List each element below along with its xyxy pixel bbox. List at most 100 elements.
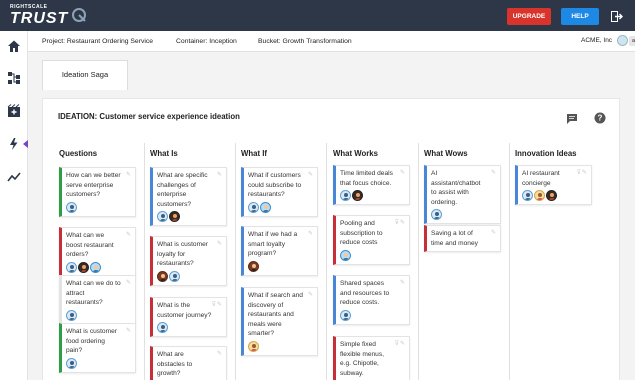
column-title: Innovation Ideas [515,149,577,158]
edit-icon[interactable]: ✎ [308,291,314,301]
idea-card[interactable]: AI assistant/chatbot to assist with orde… [424,165,501,224]
edit-icon[interactable]: ✎ [400,169,406,179]
home-icon[interactable] [7,39,21,53]
card-text: Time limited deals that focus choice. [340,170,393,187]
edit-icon[interactable]: ✎ [126,231,132,241]
help-button[interactable]: HELP [561,8,599,25]
card-text: What is customer loyalty for restaurants… [157,241,208,267]
page-title: IDEATION: Customer service experience id… [58,112,240,121]
idea-card[interactable]: How can we better serve enterprise custo… [59,167,136,217]
edit-icon[interactable]: ✎ [491,169,497,179]
idea-card[interactable]: What are specific challenges of enterpri… [150,167,227,226]
idea-card[interactable]: What if customers could subscribe to res… [241,167,318,217]
card-text: What if we had a smart loyalty program? [248,231,298,257]
card-text: What are obstacles to growth? [157,351,193,377]
account-name: ACME, Inc [581,37,613,44]
idea-card[interactable]: Shared spaces and resources to reduce co… [333,275,410,325]
column-what-wows: What Wows AI assistant/chatbot to assist… [424,143,510,380]
idea-card[interactable]: What are obstacles to growth? ✎ [150,346,227,380]
hierarchy-icon[interactable] [7,71,21,85]
edit-icon[interactable]: ✎ [400,279,406,289]
avatar [352,190,363,201]
card-text: What can we do to attract restaurants? [66,280,121,306]
avatar [248,260,259,272]
movie-add-icon[interactable] [7,104,21,118]
help-circle-icon[interactable]: ? [594,112,606,124]
tab-ideation-saga[interactable]: Ideation Saga [42,60,128,90]
svg-text:?: ? [598,114,603,123]
edit-icon[interactable]: ✎ [308,230,314,240]
avatar [157,211,168,222]
container-link[interactable]: Container: Inception [176,38,237,45]
edit-icon[interactable]: ✎ [217,171,223,181]
avatar [169,211,180,222]
idea-card[interactable]: AI restaurant concierge ⊽✎ [515,165,592,205]
idea-card[interactable]: What is the customer journey? ⊽✎ [150,297,227,337]
avatar [546,190,557,201]
card-text: Shared spaces and resources to reduce co… [340,280,390,306]
sidebar [0,31,28,380]
column-title: What Works [333,149,378,158]
comments-icon[interactable] [566,113,578,125]
lightning-icon[interactable] [7,137,21,151]
avatar [522,190,533,201]
edit-icon[interactable]: ✎ [126,327,132,337]
idea-card[interactable]: Time limited deals that focus choice. ✎ [333,165,410,205]
filter-edit-icon[interactable]: ⊽✎ [395,340,406,350]
edit-icon[interactable]: ✎ [126,171,132,181]
card-text: What if customers could subscribe to res… [248,172,302,198]
filter-edit-icon[interactable]: ⊽✎ [395,219,406,229]
breadcrumb: Project: Restaurant Ordering Service Con… [28,31,635,52]
edit-icon[interactable]: ✎ [491,229,497,239]
user-name[interactable]: apollo [629,36,635,46]
idea-card[interactable]: What is customer food ordering pain? ✎ [59,323,136,373]
idea-card[interactable]: Saving a lot of time and money ✎ [424,225,501,252]
filter-edit-icon[interactable]: ⊽✎ [212,301,223,311]
column-title: Questions [59,149,98,158]
avatar [66,261,77,273]
avatar [534,190,545,201]
edit-icon[interactable]: ✎ [126,279,132,289]
card-text: What can we boost restaurant orders? [66,232,114,258]
upgrade-button[interactable]: UPGRADE [507,8,551,25]
edit-icon[interactable]: ✎ [308,171,314,181]
column-title: What If [241,149,267,158]
column-what-works: What Works Time limited deals that focus… [333,143,419,380]
card-text: What is customer food ordering pain? [66,328,117,354]
top-bar: RIGHTSCALE TRUST UPGRADE HELP [0,0,635,31]
card-text: What are specific challenges of enterpri… [157,172,208,208]
idea-card[interactable]: What can we do to attract restaurants? ✎ [59,275,136,325]
edit-icon[interactable]: ✎ [217,350,223,360]
idea-card[interactable]: What if we had a smart loyalty program? … [241,226,318,276]
card-text: What if search and discovery of restaura… [248,292,303,337]
avatar [260,201,271,213]
avatar [340,190,351,201]
column-title: What Wows [424,149,468,158]
column-questions: Questions How can we better serve enterp… [59,143,145,380]
edit-icon[interactable]: ✎ [217,240,223,250]
tab-bar: Ideation Saga [28,52,635,90]
avatar [340,249,351,261]
avatar [340,309,351,321]
card-text: AI assistant/chatbot to assist with orde… [431,170,481,206]
avatar [66,201,77,213]
card-text: Saving a lot of time and money [431,230,478,247]
trending-icon[interactable] [7,170,21,184]
avatar [78,261,89,273]
idea-card[interactable]: What is customer loyalty for restaurants… [150,236,227,286]
idea-card[interactable]: Pooling and subscription to reduce costs… [333,215,410,265]
avatar [248,340,259,352]
idea-card[interactable]: What if search and discovery of restaura… [241,287,318,356]
idea-card[interactable]: What can we boost restaurant orders? ✎ [59,227,136,277]
idea-card[interactable]: Simple fixed flexible menus, e.g. Chipot… [333,336,410,380]
project-link[interactable]: Project: Restaurant Ordering Service [42,38,153,45]
bucket-link[interactable]: Bucket: Growth Transformation [258,38,352,45]
avatar [157,270,168,282]
filter-edit-icon[interactable]: ⊽✎ [577,169,588,179]
avatar [431,209,442,220]
avatar [90,261,101,273]
brand-big: TRUST [10,10,69,27]
brand-logo[interactable]: RIGHTSCALE TRUST [10,4,86,28]
logout-icon[interactable] [611,11,623,22]
avatar[interactable] [617,35,628,46]
